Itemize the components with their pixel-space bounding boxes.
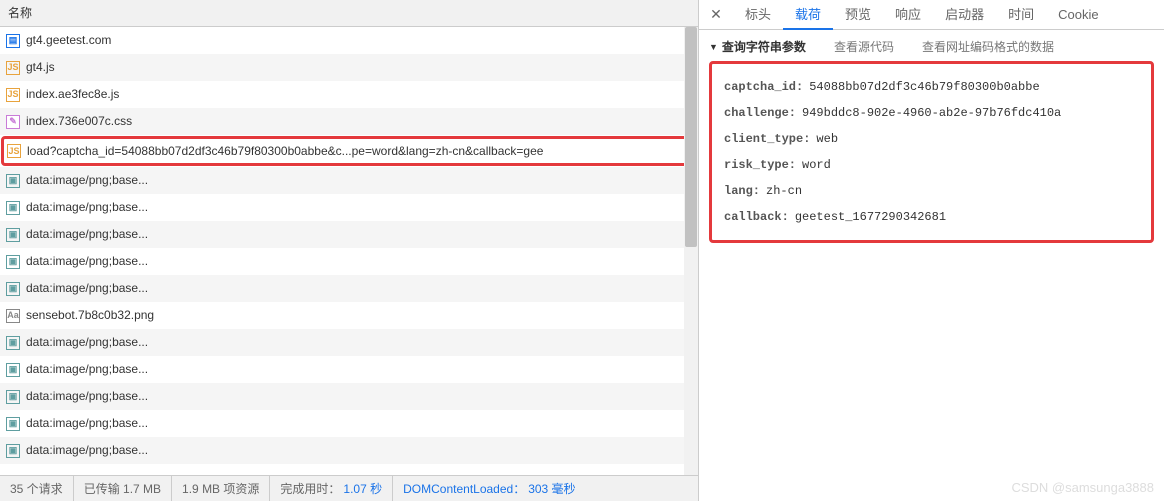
status-transferred: 已传输 1.7 MB — [74, 476, 172, 501]
request-name: data:image/png;base... — [26, 437, 148, 464]
tab-标头[interactable]: 标头 — [733, 0, 783, 30]
request-row[interactable]: ▣ data:image/png;base... — [0, 329, 698, 356]
param-key: challenge: — [724, 100, 796, 126]
request-name: data:image/png;base... — [26, 167, 148, 194]
request-row[interactable]: ▣ data:image/png;base... — [0, 383, 698, 410]
param-value: word — [802, 152, 831, 178]
js-file-icon: JS — [6, 61, 20, 75]
param-key: callback: — [724, 204, 789, 230]
img-file-icon: ▣ — [6, 390, 20, 404]
status-domcontentloaded: DOMContentLoaded： 303 毫秒 — [393, 476, 585, 501]
section-toggle[interactable]: 查询字符串参数 — [709, 38, 806, 55]
detail-body: 查询字符串参数 查看源代码 查看网址编码格式的数据 captcha_id:540… — [699, 30, 1164, 501]
font-file-icon: Aa — [6, 309, 20, 323]
request-row[interactable]: Aa sensebot.7b8c0b32.png — [0, 302, 698, 329]
tab-Cookie[interactable]: Cookie — [1046, 0, 1110, 30]
network-request-list-panel: 名称 ▤ gt4.geetest.com JS gt4.js JS index.ae3fe… — [0, 0, 699, 501]
img-file-icon: ▣ — [6, 363, 20, 377]
param-value: web — [816, 126, 838, 152]
query-params-box: captcha_id:54088bb07d2df3c46b79f80300b0a… — [709, 61, 1154, 243]
request-name: data:image/png;base... — [26, 221, 148, 248]
param-value: 949bddc8-902e-4960-ab2e-97b76fdc410a — [802, 100, 1061, 126]
request-row[interactable]: ▣ data:image/png;base... — [0, 167, 698, 194]
request-row[interactable]: ▤ gt4.geetest.com — [0, 27, 698, 54]
param-key: client_type: — [724, 126, 810, 152]
img-file-icon: ▣ — [6, 201, 20, 215]
param-row: risk_type:word — [724, 152, 1139, 178]
request-row[interactable]: ▣ data:image/png;base... — [0, 437, 698, 464]
img-file-icon: ▣ — [6, 228, 20, 242]
request-row[interactable]: ▣ data:image/png;base... — [0, 194, 698, 221]
status-finish: 完成用时： 1.07 秒 — [270, 476, 393, 501]
request-list[interactable]: ▤ gt4.geetest.com JS gt4.js JS index.ae3fec8e… — [0, 27, 698, 475]
request-name: gt4.geetest.com — [26, 27, 111, 54]
request-name: data:image/png;base... — [26, 410, 148, 437]
request-name: load?captcha_id=54088bb07d2df3c46b79f803… — [27, 138, 543, 165]
column-header-name[interactable]: 名称 — [0, 0, 698, 27]
tab-时间[interactable]: 时间 — [996, 0, 1046, 30]
request-name: data:image/png;base... — [26, 329, 148, 356]
request-row[interactable]: JS load?captcha_id=54088bb07d2df3c46b79f8… — [1, 136, 692, 166]
param-value: zh-cn — [766, 178, 802, 204]
request-name: index.736e007c.css — [26, 108, 132, 135]
request-row[interactable]: ▣ data:image/png;base... — [0, 248, 698, 275]
param-key: captcha_id: — [724, 74, 803, 100]
status-requests: 35 个请求 — [0, 476, 74, 501]
request-name: index.ae3fec8e.js — [26, 81, 119, 108]
section-header: 查询字符串参数 查看源代码 查看网址编码格式的数据 — [709, 38, 1154, 55]
param-key: risk_type: — [724, 152, 796, 178]
img-file-icon: ▣ — [6, 174, 20, 188]
view-source-link[interactable]: 查看源代码 — [834, 38, 894, 55]
request-name: data:image/png;base... — [26, 275, 148, 302]
request-row[interactable]: ▣ data:image/png;base... — [0, 275, 698, 302]
request-name: data:image/png;base... — [26, 383, 148, 410]
param-row: captcha_id:54088bb07d2df3c46b79f80300b0a… — [724, 74, 1139, 100]
param-value: 54088bb07d2df3c46b79f80300b0abbe — [809, 74, 1039, 100]
img-file-icon: ▣ — [6, 255, 20, 269]
img-file-icon: ▣ — [6, 417, 20, 431]
status-bar: 35 个请求 已传输 1.7 MB 1.9 MB 项资源 完成用时： 1.07 … — [0, 475, 698, 501]
tab-预览[interactable]: 预览 — [833, 0, 883, 30]
img-file-icon: ▣ — [6, 336, 20, 350]
request-name: data:image/png;base... — [26, 356, 148, 383]
param-row: client_type: web — [724, 126, 1139, 152]
css-file-icon: ✎ — [6, 115, 20, 129]
request-detail-panel: ✕ 标头载荷预览响应启动器时间Cookie 查询字符串参数 查看源代码 查看网址… — [699, 0, 1164, 501]
tab-载荷[interactable]: 载荷 — [783, 0, 833, 30]
detail-tabs: ✕ 标头载荷预览响应启动器时间Cookie — [699, 0, 1164, 30]
param-value: geetest_1677290342681 — [795, 204, 946, 230]
request-row[interactable]: JS index.ae3fec8e.js — [0, 81, 698, 108]
request-row[interactable]: ✎ index.736e007c.css — [0, 108, 698, 135]
view-url-encoded-link[interactable]: 查看网址编码格式的数据 — [922, 38, 1054, 55]
request-name: gt4.js — [26, 54, 55, 81]
request-name: data:image/png;base... — [26, 248, 148, 275]
doc-file-icon: ▤ — [6, 34, 20, 48]
param-row: lang:zh-cn — [724, 178, 1139, 204]
request-row[interactable]: ▣ data:image/png;base... — [0, 221, 698, 248]
request-name: data:image/png;base... — [26, 194, 148, 221]
tab-启动器[interactable]: 启动器 — [933, 0, 996, 30]
watermark: CSDN @samsunga3888 — [1011, 480, 1154, 495]
scrollbar-vertical[interactable] — [684, 27, 698, 475]
img-file-icon: ▣ — [6, 282, 20, 296]
param-key: lang: — [724, 178, 760, 204]
request-name: sensebot.7b8c0b32.png — [26, 302, 154, 329]
scrollbar-thumb[interactable] — [685, 27, 697, 247]
status-resources: 1.9 MB 项资源 — [172, 476, 270, 501]
img-file-icon: ▣ — [6, 444, 20, 458]
param-row: callback:geetest_1677290342681 — [724, 204, 1139, 230]
request-row[interactable]: JS gt4.js — [0, 54, 698, 81]
request-row[interactable]: ▣ data:image/png;base... — [0, 356, 698, 383]
js-file-icon: JS — [7, 144, 21, 158]
js-file-icon: JS — [6, 88, 20, 102]
tab-响应[interactable]: 响应 — [883, 0, 933, 30]
param-row: challenge:949bddc8-902e-4960-ab2e-97b76f… — [724, 100, 1139, 126]
close-icon[interactable]: ✕ — [707, 6, 725, 24]
request-row[interactable]: ▣ data:image/png;base... — [0, 410, 698, 437]
